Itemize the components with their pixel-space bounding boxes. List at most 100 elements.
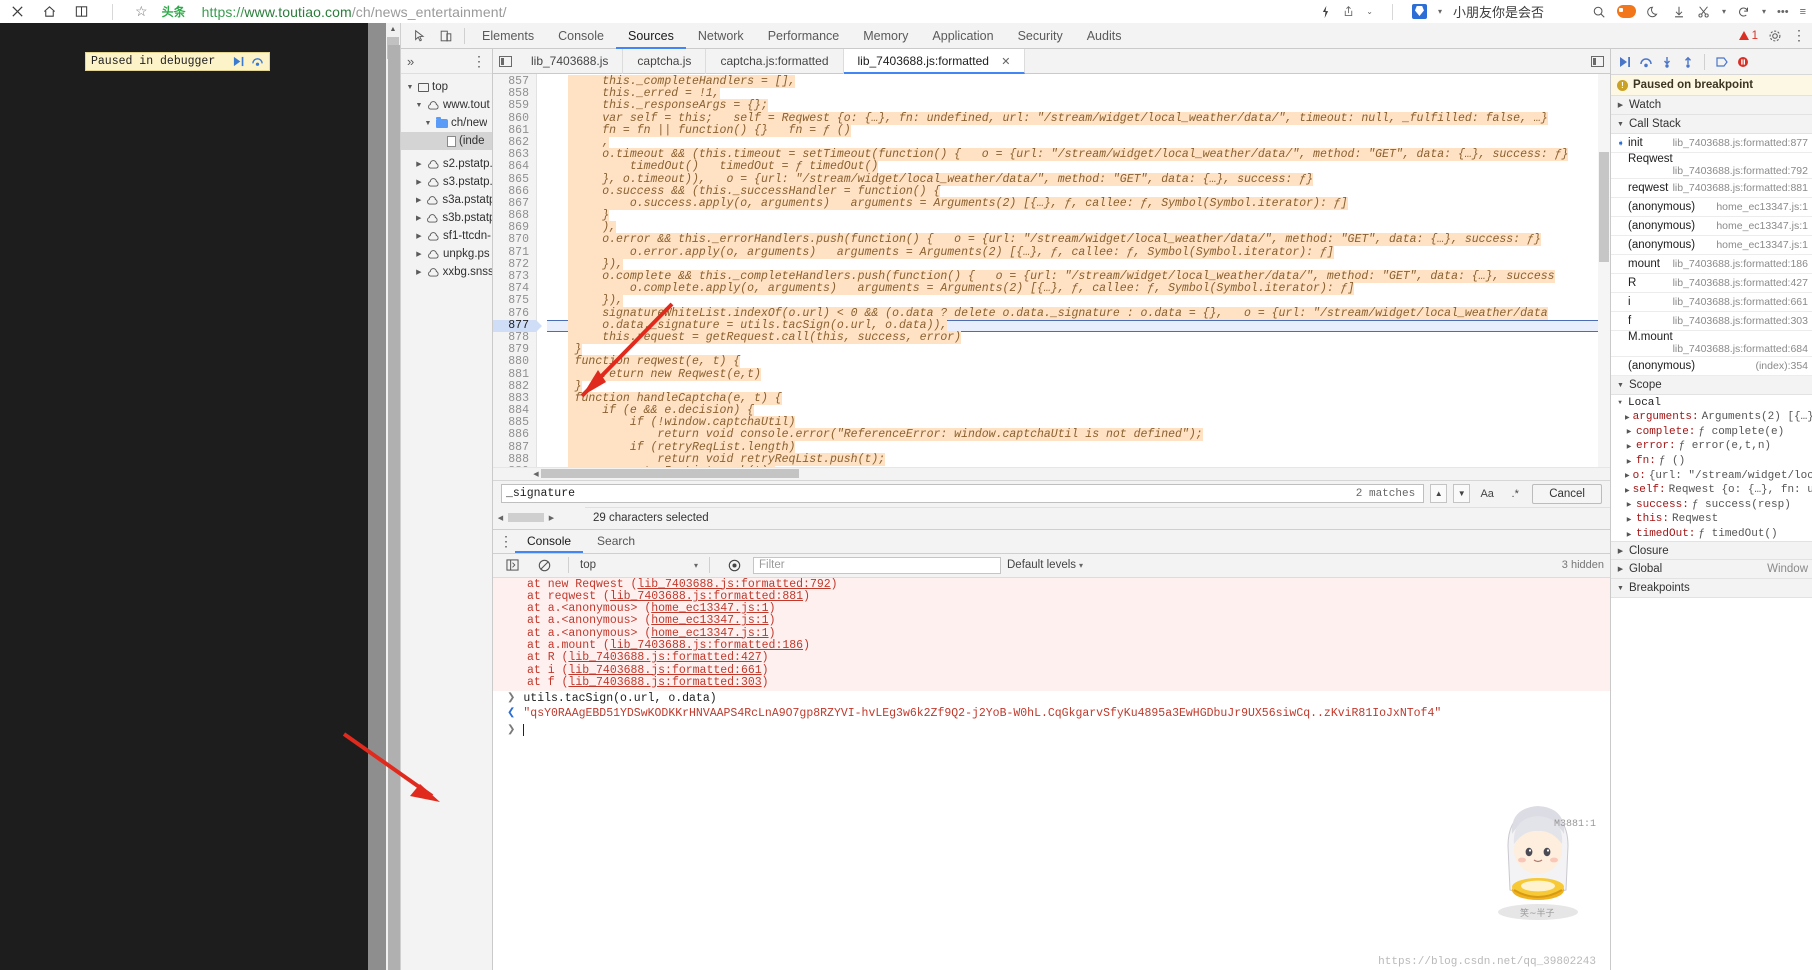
scroll-left-arrow[interactable]: ◀	[531, 470, 541, 478]
clear-console-icon[interactable]	[531, 553, 557, 577]
drawer-tab-console[interactable]: Console	[515, 529, 583, 553]
code-line[interactable]: if (retryReqList.length)	[547, 440, 1610, 454]
scissors-chevron-icon[interactable]: ▾	[1722, 7, 1726, 16]
editor-tab-lib-formatted[interactable]: lib_7403688.js:formatted ✕	[843, 48, 1026, 74]
call-stack-row[interactable]: (anonymous) home_ec13347.js:1	[1611, 236, 1812, 255]
console-source-link[interactable]: home_ec13347.js:1	[651, 627, 768, 640]
live-expression-icon[interactable]	[721, 553, 747, 577]
chevron-double-right-icon[interactable]: »	[407, 54, 414, 69]
step-out-icon[interactable]	[1678, 51, 1697, 73]
console-source-link[interactable]: lib_7403688.js:formatted:303	[568, 676, 761, 689]
code-line[interactable]: this.request = getRequest.call(this, suc…	[547, 330, 1610, 344]
inspect-element-icon[interactable]	[407, 24, 433, 48]
bookmark-toutiao[interactable]: 头条	[162, 3, 186, 20]
chevron-down-icon[interactable]: ▾	[694, 561, 698, 570]
editor-tab-lib[interactable]: lib_7403688.js	[517, 48, 624, 74]
twisty-icon[interactable]: ▼	[414, 102, 424, 109]
call-stack-location[interactable]: lib_7403688.js:formatted:661	[1673, 296, 1812, 308]
scope-entry[interactable]: ▶ fn: ƒ ()	[1611, 454, 1812, 469]
more-vertical-icon[interactable]: ⋮	[1792, 27, 1806, 44]
tree-item-s2-pstatp[interactable]: ▶ s2.pstatp.	[401, 155, 492, 173]
resume-icon[interactable]	[1615, 51, 1634, 73]
close-icon[interactable]	[8, 3, 26, 21]
tree-item-top[interactable]: ▼ top	[401, 78, 492, 96]
tree-item-s3-pstatp[interactable]: ▶ s3.pstatp.	[401, 173, 492, 191]
navigator-hscroll-thumb[interactable]	[508, 513, 544, 522]
download-icon[interactable]	[1672, 5, 1686, 19]
step-over-icon[interactable]	[250, 55, 264, 69]
call-stack-row[interactable]: mount lib_7403688.js:formatted:186	[1611, 255, 1812, 274]
line-number[interactable]: 864	[493, 161, 536, 173]
line-number[interactable]: 877	[493, 319, 542, 332]
call-stack-location[interactable]: lib_7403688.js:formatted:186	[1673, 258, 1812, 270]
twisty-icon[interactable]: ▶	[1616, 565, 1625, 573]
twisty-icon[interactable]: ▶	[414, 268, 424, 276]
refresh-icon[interactable]	[1737, 5, 1751, 19]
code-line[interactable]: o.complete.apply(o, arguments) arguments…	[547, 282, 1610, 296]
code-line[interactable]: return new Reqwest(e,t)	[547, 367, 1610, 381]
console-source-link[interactable]: lib_7403688.js:formatted:792	[637, 578, 830, 591]
twisty-icon[interactable]: ▶	[1625, 501, 1633, 508]
twisty-icon[interactable]: ▼	[1616, 399, 1624, 406]
call-stack-row[interactable]: reqwest lib_7403688.js:formatted:881	[1611, 179, 1812, 198]
call-stack-location[interactable]: home_ec13347.js:1	[1716, 201, 1812, 213]
call-stack-row[interactable]: i lib_7403688.js:formatted:661	[1611, 293, 1812, 312]
console-source-link[interactable]: lib_7403688.js:formatted:881	[610, 590, 803, 603]
line-number[interactable]: 887	[493, 441, 536, 454]
code-line[interactable]: }, o.timeout)), o = {url: "/stream/widge…	[547, 172, 1610, 186]
refresh-chevron-icon[interactable]: ▾	[1762, 7, 1766, 16]
scope-entry[interactable]: ▶o:{url: "/stream/widget/local…	[1611, 468, 1812, 483]
regex-button[interactable]: .*	[1504, 484, 1526, 503]
call-stack-location[interactable]: (index):354	[1755, 360, 1812, 372]
twisty-icon[interactable]: ▶	[1616, 101, 1625, 109]
code-line[interactable]: o.success.apply(o, arguments) arguments …	[547, 196, 1610, 210]
twisty-icon[interactable]: ▶	[414, 196, 423, 204]
scroll-left-arrow[interactable]: ◀	[496, 514, 505, 522]
tree-item-s3a-pstatp[interactable]: ▶ s3a.pstatp	[401, 191, 492, 209]
scope-entry[interactable]: ▶ success: ƒ success(resp)	[1611, 498, 1812, 513]
editor-horizontal-scrollbar[interactable]: ◀	[493, 466, 1610, 480]
line-number[interactable]: 876	[493, 307, 536, 320]
reading-list-icon[interactable]	[72, 3, 90, 21]
tree-item-www-toutiao[interactable]: ▼ www.tout	[401, 96, 492, 114]
page-scroll-track[interactable]	[388, 45, 400, 970]
step-over-icon[interactable]	[1636, 51, 1655, 73]
tab-performance[interactable]: Performance	[756, 23, 852, 49]
line-number[interactable]: 886	[493, 429, 536, 441]
line-number[interactable]: 880	[493, 356, 536, 368]
call-stack-location[interactable]: home_ec13347.js:1	[1716, 239, 1812, 251]
breakpoints-section-header[interactable]: ▼ Breakpoints	[1611, 579, 1812, 599]
editor-tab-captcha[interactable]: captcha.js	[623, 48, 707, 74]
tree-item-index[interactable]: (inde	[401, 132, 492, 150]
call-stack-location[interactable]: lib_7403688.js:formatted:881	[1673, 182, 1812, 194]
scope-entry[interactable]: ▶ error: ƒ error(e,t,n)	[1611, 439, 1812, 454]
tab-elements[interactable]: Elements	[470, 23, 546, 49]
twisty-icon[interactable]: ▶	[1616, 547, 1625, 555]
execution-context-select[interactable]: top ▾	[580, 559, 698, 571]
twisty-icon[interactable]: ▶	[1625, 516, 1633, 523]
code-line[interactable]: return void console.error("ReferenceErro…	[547, 428, 1610, 442]
call-stack-location[interactable]: lib_7403688.js:formatted:877	[1673, 137, 1812, 149]
gamepad-icon[interactable]	[1616, 5, 1636, 18]
error-count-badge[interactable]: 1	[1738, 30, 1758, 42]
call-stack-row[interactable]: (anonymous) home_ec13347.js:1	[1611, 198, 1812, 217]
profile-name[interactable]: 小朋友你是会否	[1453, 2, 1544, 21]
line-number[interactable]: 889	[493, 465, 536, 466]
call-stack-row[interactable]: (anonymous) home_ec13347.js:1	[1611, 217, 1812, 236]
star-icon[interactable]: ☆	[135, 3, 148, 20]
cancel-button[interactable]: Cancel	[1532, 483, 1602, 504]
log-levels-select[interactable]: Default levels ▾	[1007, 559, 1083, 571]
scroll-right-arrow[interactable]: ▶	[547, 514, 556, 522]
call-stack-row[interactable]: M.mount lib_7403688.js:formatted:684	[1611, 331, 1812, 357]
deactivate-breakpoints-icon[interactable]	[1712, 51, 1731, 73]
twisty-icon[interactable]: ▼	[405, 84, 415, 91]
tab-sources[interactable]: Sources	[616, 23, 686, 49]
console-output[interactable]: at new Reqwest (lib_7403688.js:formatted…	[493, 577, 1610, 970]
console-source-link[interactable]: home_ec13347.js:1	[651, 602, 768, 615]
address-bar[interactable]: https://www.toutiao.com/ch/news_entertai…	[202, 4, 507, 20]
code-line[interactable]: o.error.apply(o, arguments) arguments = …	[547, 245, 1610, 259]
twisty-icon[interactable]: ▶	[1625, 443, 1633, 450]
global-section-header[interactable]: ▶ Global Window	[1611, 560, 1812, 580]
twisty-icon[interactable]: ▶	[1625, 458, 1633, 465]
code-line[interactable]: fn = fn || function() {} fn = ƒ ()	[547, 123, 1610, 137]
